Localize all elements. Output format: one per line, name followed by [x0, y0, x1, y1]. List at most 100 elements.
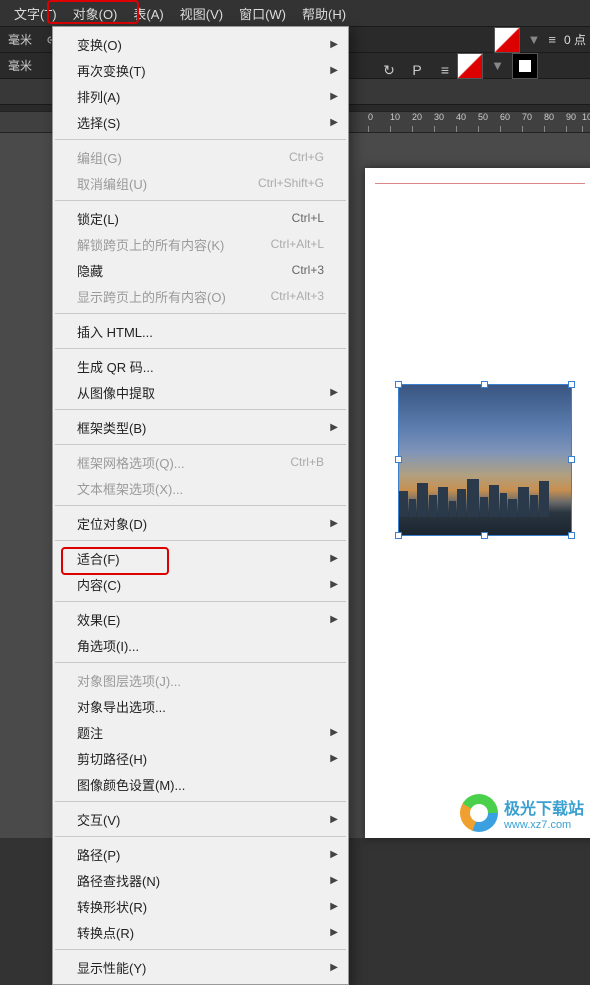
menu-item[interactable]: 题注▶ [53, 719, 348, 745]
submenu-arrow-icon: ▶ [330, 753, 338, 764]
menu-separator [55, 836, 346, 837]
menu-item[interactable]: 路径查找器(N)▶ [53, 867, 348, 893]
menu-item-label: 取消编组(U) [77, 174, 258, 193]
menu-help[interactable]: 帮助(H) [294, 1, 354, 26]
resize-handle-tl[interactable] [395, 381, 402, 388]
menu-item-label: 图像颜色设置(M)... [77, 775, 324, 794]
stroke-weight[interactable]: 0 点 [564, 31, 586, 48]
menu-item-label: 交互(V) [77, 810, 324, 829]
menu-item[interactable]: 图像颜色设置(M)... [53, 771, 348, 797]
menu-separator [55, 200, 346, 201]
menu-item[interactable]: 定位对象(D)▶ [53, 510, 348, 536]
menu-item[interactable]: 效果(E)▶ [53, 606, 348, 632]
menu-separator [55, 444, 346, 445]
watermark: 极光下载站 www.xz7.com [460, 794, 584, 832]
menu-item[interactable]: 转换点(R) ▶ [53, 919, 348, 945]
submenu-arrow-icon: ▶ [330, 962, 338, 973]
menu-item-label: 锁定(L) [77, 209, 292, 228]
submenu-arrow-icon: ▶ [330, 814, 338, 825]
menu-view[interactable]: 视图(V) [172, 1, 231, 26]
menu-table[interactable]: 表(A) [125, 1, 171, 26]
menu-item[interactable]: 再次变换(T)▶ [53, 57, 348, 83]
menu-object[interactable]: 对象(O) [65, 1, 126, 26]
menu-item-label: 显示跨页上的所有内容(O) [77, 287, 271, 306]
menu-item[interactable]: 对象导出选项... [53, 693, 348, 719]
submenu-arrow-icon: ▶ [330, 39, 338, 50]
menu-item[interactable]: 排列(A)▶ [53, 83, 348, 109]
menu-separator [55, 801, 346, 802]
menu-item-label: 生成 QR 码... [77, 357, 324, 376]
menu-item-label: 剪切路径(H) [77, 749, 324, 768]
menu-item-label: 插入 HTML... [77, 322, 324, 341]
menu-separator [55, 348, 346, 349]
menu-item[interactable]: 内容(C)▶ [53, 571, 348, 597]
menu-item: 文本框架选项(X)... [53, 475, 348, 501]
menu-window[interactable]: 窗口(W) [231, 1, 294, 26]
menu-item-shortcut: Ctrl+Alt+3 [271, 289, 324, 303]
submenu-arrow-icon: ▶ [330, 553, 338, 564]
image-content [399, 477, 571, 517]
para-icon[interactable]: P [408, 61, 426, 79]
swap-swatch[interactable] [512, 53, 538, 79]
menu-item[interactable]: 变换(O) ▶ [53, 31, 348, 57]
resize-handle-mr[interactable] [568, 456, 575, 463]
resize-handle-tm[interactable] [481, 381, 488, 388]
submenu-arrow-icon: ▶ [330, 849, 338, 860]
menu-item-label: 隐藏 [77, 261, 292, 280]
fill-none-swatch[interactable] [457, 53, 483, 79]
menu-item-label: 解锁跨页上的所有内容(K) [77, 235, 271, 254]
resize-handle-ml[interactable] [395, 456, 402, 463]
rotate-icon[interactable]: ↻ [380, 61, 398, 79]
object-menu-dropdown: 变换(O)▶再次变换(T)▶排列(A)▶选择(S)▶编组(G)Ctrl+G取消编… [52, 26, 349, 985]
menu-item[interactable]: 路径(P) ▶ [53, 841, 348, 867]
menu-item-label: 对象图层选项(J)... [77, 671, 324, 690]
menu-separator [55, 662, 346, 663]
menu-item-label: 对象导出选项... [77, 697, 324, 716]
menu-item-label: 框架类型(B) [77, 418, 324, 437]
menu-item[interactable]: 从图像中提取▶ [53, 379, 348, 405]
menu-item-label: 题注 [77, 723, 324, 742]
menu-item-label: 适合(F) [77, 549, 324, 568]
menu-item[interactable]: 隐藏Ctrl+3 [53, 257, 348, 283]
menu-item-label: 文本框架选项(X)... [77, 479, 324, 498]
menu-item[interactable]: 剪切路径(H) ▶ [53, 745, 348, 771]
menu-item-shortcut: Ctrl+G [289, 150, 324, 164]
align-icon[interactable]: ≡ [436, 61, 454, 79]
menu-item[interactable]: 框架类型(B) ▶ [53, 414, 348, 440]
menu-item-shortcut: Ctrl+B [290, 455, 324, 469]
menu-item-label: 变换(O) [77, 35, 324, 54]
menu-separator [55, 409, 346, 410]
selected-image-frame[interactable] [398, 384, 572, 536]
stroke-none-swatch[interactable] [494, 27, 520, 53]
menu-item[interactable]: 转换形状(R)▶ [53, 893, 348, 919]
menu-item-label: 框架网格选项(Q)... [77, 453, 290, 472]
menu-item-label: 路径(P) [77, 845, 324, 864]
unit-label-1: 毫米 [4, 31, 32, 48]
menu-item[interactable]: 角选项(I)... [53, 632, 348, 658]
resize-handle-bl[interactable] [395, 532, 402, 539]
menu-separator [55, 313, 346, 314]
menu-item-label: 显示性能(Y) [77, 958, 324, 977]
menu-item[interactable]: 锁定(L)Ctrl+L [53, 205, 348, 231]
menu-item[interactable]: 显示性能(Y) ▶ [53, 954, 348, 980]
menu-item[interactable]: 适合(F) ▶ [53, 545, 348, 571]
menu-item[interactable]: 生成 QR 码... [53, 353, 348, 379]
menu-item-label: 编组(G) [77, 148, 289, 167]
submenu-arrow-icon: ▶ [330, 387, 338, 398]
menu-separator [55, 949, 346, 950]
submenu-arrow-icon: ▶ [330, 927, 338, 938]
menu-item[interactable]: 交互(V) ▶ [53, 806, 348, 832]
menu-item-label: 转换点(R) [77, 923, 324, 942]
resize-handle-tr[interactable] [568, 381, 575, 388]
menu-item[interactable]: 选择(S)▶ [53, 109, 348, 135]
menu-item-label: 选择(S) [77, 113, 324, 132]
menubar: 文字(T) 对象(O) 表(A) 视图(V) 窗口(W) 帮助(H) [0, 0, 590, 26]
submenu-arrow-icon: ▶ [330, 91, 338, 102]
submenu-arrow-icon: ▶ [330, 518, 338, 529]
menu-text[interactable]: 文字(T) [6, 1, 65, 26]
submenu-arrow-icon: ▶ [330, 65, 338, 76]
resize-handle-br[interactable] [568, 532, 575, 539]
menu-item[interactable]: 插入 HTML... [53, 318, 348, 344]
submenu-arrow-icon: ▶ [330, 422, 338, 433]
resize-handle-bm[interactable] [481, 532, 488, 539]
